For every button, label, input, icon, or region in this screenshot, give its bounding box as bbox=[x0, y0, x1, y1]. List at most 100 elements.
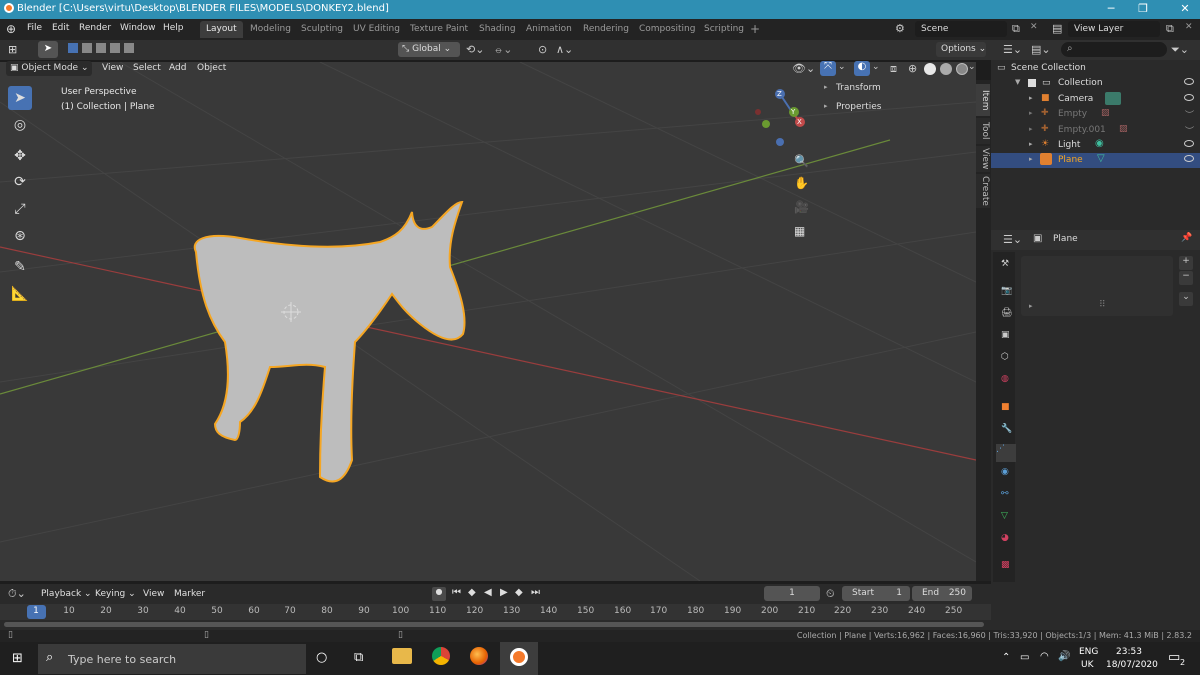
select-invert-icon[interactable] bbox=[110, 43, 120, 53]
material-properties-icon[interactable]: ◕ bbox=[1001, 533, 1017, 549]
select-new-icon[interactable] bbox=[68, 43, 78, 53]
donkey-mesh[interactable] bbox=[193, 200, 466, 483]
particles-properties-icon[interactable]: ⋰ bbox=[996, 444, 1016, 462]
wifi-icon[interactable]: ◠ bbox=[1040, 651, 1049, 662]
chevron-down-icon[interactable]: ▼ bbox=[1015, 78, 1020, 86]
tab-scripting[interactable]: Scripting bbox=[698, 21, 750, 38]
play-icon[interactable]: ▶ bbox=[500, 587, 508, 598]
xray-icon[interactable]: ⧈ bbox=[890, 62, 897, 76]
chevron-down-icon[interactable]: ⌄ bbox=[872, 62, 880, 72]
play-reverse-icon[interactable]: ◀ bbox=[484, 587, 492, 598]
chevron-right-icon[interactable]: ▸ bbox=[1029, 94, 1033, 102]
jump-start-icon[interactable]: ⏮ bbox=[452, 587, 461, 598]
remove-icon[interactable]: − bbox=[1179, 271, 1193, 285]
visibility-icon[interactable]: 👁⌄ bbox=[792, 62, 815, 75]
material-shading-icon[interactable] bbox=[940, 63, 952, 75]
chevron-right-icon[interactable]: ▸ bbox=[1029, 302, 1033, 310]
outliner-scene-collection[interactable]: ▭ Scene Collection bbox=[991, 61, 1200, 76]
texture-properties-icon[interactable]: ▩ bbox=[1001, 560, 1017, 576]
mesh-data-icon[interactable]: ▽ bbox=[1097, 153, 1105, 164]
menu-keying[interactable]: Keying ⌄ bbox=[95, 589, 136, 599]
drag-handle-icon[interactable]: ⠿ bbox=[1099, 300, 1106, 310]
maximize-icon[interactable]: ❐ bbox=[1136, 2, 1150, 15]
tool-settings-icon[interactable]: ⚒ bbox=[1001, 259, 1017, 275]
prev-keyframe-icon[interactable]: ◆ bbox=[468, 587, 476, 598]
physics-properties-icon[interactable]: ◉ bbox=[1001, 467, 1017, 483]
cursor-tool-icon[interactable]: ◎ bbox=[8, 113, 32, 137]
menu-select[interactable]: Select bbox=[133, 63, 161, 73]
menu-render[interactable]: Render bbox=[79, 23, 111, 33]
menu-view[interactable]: View bbox=[102, 63, 123, 73]
tab-uv-editing[interactable]: UV Editing bbox=[347, 21, 406, 38]
clock-date[interactable]: 18/07/2020 bbox=[1106, 660, 1158, 670]
pivot-point-icon[interactable]: ⟲⌄ bbox=[466, 43, 484, 56]
transform-panel[interactable]: ▸ Transform bbox=[820, 80, 970, 98]
tab-tool[interactable]: Tool bbox=[976, 118, 990, 144]
tab-layout[interactable]: Layout bbox=[200, 21, 243, 38]
scrollbar-thumb[interactable] bbox=[4, 622, 984, 627]
next-keyframe-icon[interactable]: ◆ bbox=[515, 587, 523, 598]
gizmo-toggle-icon[interactable]: ⤧ bbox=[820, 61, 836, 76]
transform-tool-icon[interactable]: ⊛ bbox=[8, 224, 32, 248]
checkbox-icon[interactable] bbox=[1028, 79, 1036, 87]
display-mode-icon[interactable]: ▤⌄ bbox=[1031, 43, 1051, 56]
tab-create[interactable]: Create bbox=[976, 174, 990, 208]
outliner-item-light[interactable]: ▸ ☀ Light ◉ bbox=[991, 138, 1200, 153]
new-scene-icon[interactable]: ⧉ bbox=[1012, 22, 1020, 36]
camera-data-icon[interactable] bbox=[1105, 92, 1121, 105]
start-frame-field[interactable]: Start 1 bbox=[842, 586, 910, 601]
snap-icon[interactable]: ⦵⌄ bbox=[494, 43, 512, 57]
delete-scene-icon[interactable]: ✕ bbox=[1030, 22, 1038, 32]
tab-modeling[interactable]: Modeling bbox=[244, 21, 297, 38]
rotate-tool-icon[interactable]: ⟳ bbox=[8, 170, 32, 194]
eye-icon[interactable] bbox=[1184, 155, 1194, 162]
cortana-icon[interactable]: ○ bbox=[316, 650, 327, 665]
menu-marker[interactable]: Marker bbox=[174, 589, 205, 599]
solid-shading-icon[interactable] bbox=[924, 63, 936, 75]
properties-panel[interactable]: ▸ Properties bbox=[820, 99, 970, 117]
chevron-down-icon[interactable]: ⌄ bbox=[1179, 292, 1193, 306]
menu-edit[interactable]: Edit bbox=[52, 23, 69, 33]
measure-tool-icon[interactable]: 📐 bbox=[8, 282, 32, 306]
timeline-editor-icon[interactable]: ⏱⌄ bbox=[8, 587, 26, 601]
chevron-right-icon[interactable]: ▸ bbox=[1029, 140, 1033, 148]
chevron-up-icon[interactable]: ⌃ bbox=[1002, 652, 1010, 663]
output-properties-icon[interactable]: 🖨 bbox=[1001, 308, 1017, 324]
view-layer-selector[interactable]: View Layer bbox=[1068, 21, 1160, 37]
windows-start-icon[interactable]: ⊞ bbox=[12, 651, 23, 666]
language-region[interactable]: UK bbox=[1081, 660, 1094, 670]
chevron-right-icon[interactable]: ▸ bbox=[1029, 109, 1033, 117]
outliner-item-collection[interactable]: ▼ ▭ Collection bbox=[991, 76, 1200, 91]
selection-mode-group[interactable] bbox=[68, 43, 144, 56]
eye-icon[interactable] bbox=[1184, 140, 1194, 147]
current-frame-field[interactable]: 1 bbox=[764, 586, 820, 601]
menu-object[interactable]: Object bbox=[197, 63, 226, 73]
rendered-shading-icon[interactable] bbox=[956, 63, 968, 75]
timeline-scrollbar[interactable] bbox=[0, 620, 991, 630]
tab-texture-paint[interactable]: Texture Paint bbox=[404, 21, 474, 38]
light-data-icon[interactable]: ◉ bbox=[1095, 138, 1104, 149]
view-layer-icon[interactable]: ▤ bbox=[1052, 22, 1062, 35]
select-subtract-icon[interactable] bbox=[96, 43, 106, 53]
render-properties-icon[interactable]: 📷 bbox=[1001, 286, 1017, 302]
close-icon[interactable]: ✕ bbox=[1178, 2, 1192, 15]
wireframe-shading-icon[interactable]: ⊕ bbox=[908, 62, 917, 75]
select-extend-icon[interactable] bbox=[82, 43, 92, 53]
chevron-down-icon[interactable]: ⌄ bbox=[838, 62, 846, 72]
data-properties-icon[interactable]: ▽ bbox=[1001, 511, 1017, 527]
overlays-toggle-icon[interactable]: ◐ bbox=[854, 61, 870, 76]
transform-orientation-dropdown[interactable]: ⤡ Global ⌄ bbox=[398, 42, 460, 57]
record-icon[interactable]: ● bbox=[432, 587, 446, 601]
firefox-icon[interactable] bbox=[470, 647, 488, 665]
eye-closed-icon[interactable]: ︶ bbox=[1185, 108, 1194, 121]
delete-view-layer-icon[interactable]: ✕ bbox=[1185, 22, 1193, 32]
menu-timeline-view[interactable]: View bbox=[143, 589, 164, 599]
add-workspace-icon[interactable]: + bbox=[750, 22, 760, 36]
menu-add[interactable]: Add bbox=[169, 63, 186, 73]
outliner-item-empty[interactable]: ▸ ✚ Empty ▨ ︶ bbox=[991, 107, 1200, 122]
select-tool-icon[interactable]: ➤ bbox=[38, 41, 58, 58]
annotate-tool-icon[interactable]: ✎ bbox=[8, 255, 32, 279]
editor-type-icon[interactable]: ⊞ bbox=[8, 43, 17, 56]
mode-dropdown[interactable]: ▣ Object Mode ⌄ bbox=[6, 61, 92, 76]
menu-file[interactable]: File bbox=[27, 23, 42, 33]
